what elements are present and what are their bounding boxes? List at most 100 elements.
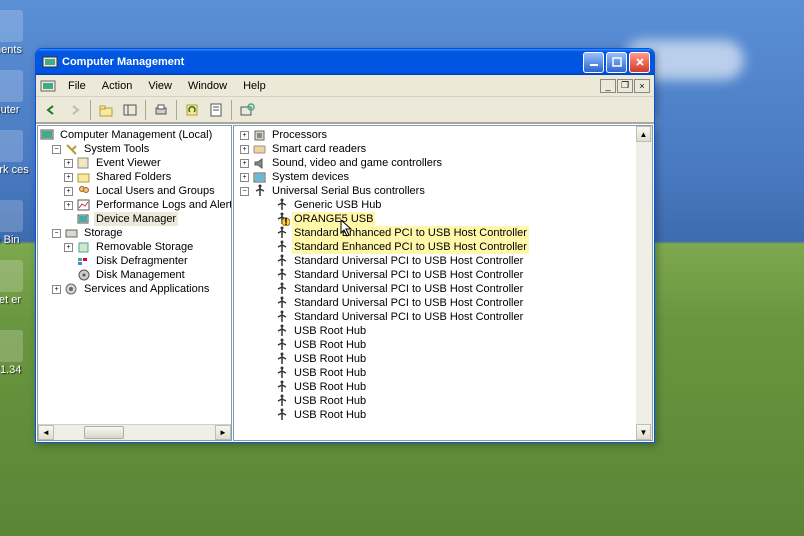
expand-icon[interactable]: + <box>64 173 73 182</box>
desktop-icon[interactable]: puter <box>0 70 32 116</box>
tree-node-usb-device[interactable]: USB Root Hub <box>236 408 634 422</box>
toolbar <box>36 97 654 123</box>
expand-icon[interactable]: + <box>64 187 73 196</box>
usb-device-icon <box>274 380 290 394</box>
usb-device-icon <box>274 282 290 296</box>
maximize-button[interactable] <box>606 52 627 73</box>
tree-node-usb-device[interactable]: Standard Universal PCI to USB Host Contr… <box>236 282 634 296</box>
menu-help[interactable]: Help <box>235 78 274 94</box>
expand-icon[interactable]: + <box>52 285 61 294</box>
mdi-minimize-button[interactable]: _ <box>600 79 616 93</box>
tree-node-usb-controllers[interactable]: −Universal Serial Bus controllers <box>236 184 634 198</box>
expand-icon[interactable]: + <box>240 159 249 168</box>
expand-icon[interactable]: + <box>240 173 249 182</box>
tree-node-usb-device[interactable]: USB Root Hub <box>236 338 634 352</box>
device-label: USB Root Hub <box>292 408 368 422</box>
tree-node-sound[interactable]: +Sound, video and game controllers <box>236 156 634 170</box>
device-tree[interactable]: +Processors +Smart card readers +Sound, … <box>234 126 636 424</box>
tree-node-usb-device[interactable]: USB Root Hub <box>236 394 634 408</box>
tree-node-usb-device[interactable]: Standard Enhanced PCI to USB Host Contro… <box>236 240 634 254</box>
tree-node-usb-device[interactable]: USB Root Hub <box>236 366 634 380</box>
scroll-left-button[interactable]: ◄ <box>38 425 54 440</box>
desktop-icon[interactable]: e Bin <box>0 200 32 246</box>
tree-node-smartcard[interactable]: +Smart card readers <box>236 142 634 156</box>
desktop-icon[interactable]: work ces <box>0 130 32 176</box>
right-vscrollbar[interactable]: ▲ ▼ <box>636 126 652 440</box>
usb-device-icon <box>274 310 290 324</box>
collapse-icon[interactable]: − <box>240 187 249 196</box>
tree-node-usb-device[interactable]: Generic USB Hub <box>236 198 634 212</box>
desktop: ments puter work ces e Bin net er V1.34 … <box>0 0 804 536</box>
close-button[interactable] <box>629 52 650 73</box>
tree-node-disk-mgmt[interactable]: Disk Management <box>40 268 229 282</box>
tree-node-usb-device[interactable]: USB Root Hub <box>236 352 634 366</box>
services-icon <box>64 282 80 296</box>
tree-node-removable[interactable]: +Removable Storage <box>40 240 229 254</box>
device-label: Standard Enhanced PCI to USB Host Contro… <box>292 226 529 240</box>
tree-node-usb-device[interactable]: !ORANGE5 USB <box>236 212 634 226</box>
scroll-right-button[interactable]: ► <box>215 425 231 440</box>
tree-node-usb-device[interactable]: Standard Universal PCI to USB Host Contr… <box>236 254 634 268</box>
tree-node-device-manager[interactable]: Device Manager <box>40 212 229 226</box>
device-label: USB Root Hub <box>292 366 368 380</box>
device-label: Standard Enhanced PCI to USB Host Contro… <box>292 240 529 254</box>
menu-window[interactable]: Window <box>180 78 235 94</box>
storage-icon <box>64 226 80 240</box>
device-label: Standard Universal PCI to USB Host Contr… <box>292 310 525 324</box>
expand-icon[interactable]: + <box>240 145 249 154</box>
tree-node-system-tools[interactable]: −System Tools <box>40 142 229 156</box>
tree-node-defrag[interactable]: Disk Defragmenter <box>40 254 229 268</box>
tree-node-processors[interactable]: +Processors <box>236 128 634 142</box>
defrag-icon <box>76 254 92 268</box>
menu-view[interactable]: View <box>140 78 180 94</box>
tree-node-usb-device[interactable]: Standard Universal PCI to USB Host Contr… <box>236 268 634 282</box>
minimize-button[interactable] <box>583 52 604 73</box>
tree-node-system-devices[interactable]: +System devices <box>236 170 634 184</box>
scroll-track[interactable] <box>54 425 215 440</box>
scroll-down-button[interactable]: ▼ <box>636 424 651 440</box>
desktop-icon[interactable]: ments <box>0 10 32 56</box>
menu-action[interactable]: Action <box>94 78 141 94</box>
tree-node-usb-device[interactable]: USB Root Hub <box>236 324 634 338</box>
refresh-button[interactable] <box>181 99 203 121</box>
tree-node-shared-folders[interactable]: +Shared Folders <box>40 170 229 184</box>
left-hscrollbar[interactable]: ◄ ► <box>38 424 231 440</box>
tree-node-usb-device[interactable]: Standard Enhanced PCI to USB Host Contro… <box>236 226 634 240</box>
tree-node-usb-device[interactable]: USB Root Hub <box>236 380 634 394</box>
properties-button[interactable] <box>205 99 227 121</box>
expand-icon[interactable]: + <box>240 131 249 140</box>
tree-node-root[interactable]: Computer Management (Local) <box>40 128 229 142</box>
collapse-icon[interactable]: − <box>52 145 61 154</box>
scroll-up-button[interactable]: ▲ <box>636 126 651 142</box>
tree-node-local-users[interactable]: +Local Users and Groups <box>40 184 229 198</box>
titlebar[interactable]: Computer Management <box>36 49 654 75</box>
menu-file[interactable]: File <box>60 78 94 94</box>
back-button[interactable] <box>40 99 62 121</box>
tree-node-performance[interactable]: +Performance Logs and Alert: <box>40 198 229 212</box>
mdi-restore-button[interactable]: ❐ <box>617 79 633 93</box>
usb-device-icon <box>274 268 290 282</box>
app-icon <box>42 54 58 70</box>
collapse-icon[interactable]: − <box>52 229 61 238</box>
tree-node-usb-device[interactable]: Standard Universal PCI to USB Host Contr… <box>236 310 634 324</box>
mmc-tree[interactable]: Computer Management (Local) −System Tool… <box>38 126 231 424</box>
computer-icon <box>40 128 56 142</box>
tree-node-event-viewer[interactable]: +Event Viewer <box>40 156 229 170</box>
expand-icon[interactable]: + <box>64 243 73 252</box>
tree-node-storage[interactable]: −Storage <box>40 226 229 240</box>
tree-node-services[interactable]: +Services and Applications <box>40 282 229 296</box>
expand-icon[interactable]: + <box>64 201 73 210</box>
scan-hardware-button[interactable] <box>236 99 258 121</box>
up-icon[interactable] <box>95 99 117 121</box>
desktop-icon[interactable]: V1.34 <box>0 330 32 376</box>
tree-node-usb-device[interactable]: Standard Universal PCI to USB Host Contr… <box>236 296 634 310</box>
device-label: Standard Universal PCI to USB Host Contr… <box>292 296 525 310</box>
mdi-close-button[interactable]: × <box>634 79 650 93</box>
forward-button[interactable] <box>64 99 86 121</box>
desktop-icon[interactable]: net er <box>0 260 32 306</box>
show-hide-tree-button[interactable] <box>119 99 141 121</box>
print-button[interactable] <box>150 99 172 121</box>
scroll-track[interactable] <box>636 142 652 424</box>
scroll-thumb[interactable] <box>84 426 124 439</box>
expand-icon[interactable]: + <box>64 159 73 168</box>
